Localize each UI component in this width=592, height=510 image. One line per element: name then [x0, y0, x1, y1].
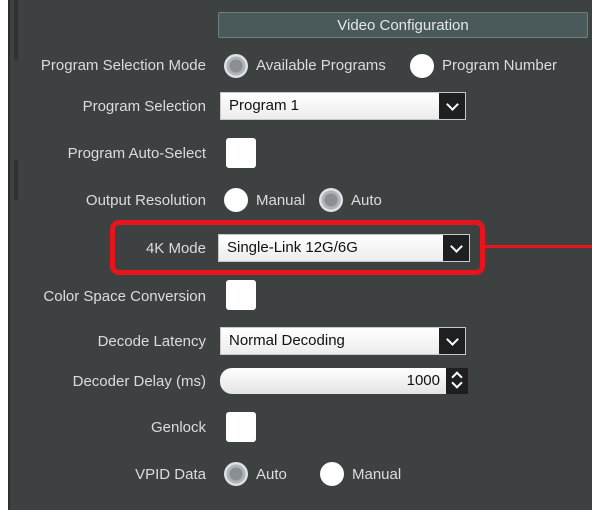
section-header: Video Configuration: [218, 12, 588, 38]
program-selection-value: Program 1: [229, 97, 300, 114]
radio-label-vpid-auto: Auto: [256, 466, 287, 483]
chevron-down-icon: [446, 98, 459, 111]
color-space-conversion-checkbox[interactable]: [226, 280, 256, 310]
decode-latency-dropdown-button[interactable]: [439, 328, 465, 354]
decoder-delay-label: Decoder Delay (ms): [72, 373, 206, 390]
program-selection-mode-label: Program Selection Mode: [40, 57, 206, 74]
radio-label-output-manual: Manual: [256, 192, 306, 209]
program-selection-label: Program Selection: [82, 98, 206, 115]
decode-latency-dropdown[interactable]: Normal Decoding: [220, 327, 466, 355]
vpid-data-label: VPID Data: [135, 466, 206, 483]
panel-edge-notch: [14, 0, 18, 60]
color-space-conversion-label: Color Space Conversion: [43, 288, 206, 305]
decode-latency-value: Normal Decoding: [229, 332, 345, 349]
callout-line: [485, 245, 592, 248]
program-selection-dropdown[interactable]: Program 1: [220, 92, 466, 120]
chevron-down-icon: [446, 333, 459, 346]
radio-available-programs[interactable]: [224, 54, 248, 78]
radio-label-program-number: Program Number: [442, 57, 558, 74]
radio-vpid-auto[interactable]: [224, 462, 248, 486]
program-selection-dropdown-button[interactable]: [439, 93, 465, 119]
program-auto-select-checkbox[interactable]: [226, 138, 256, 168]
decoder-delay-value: 1000: [406, 372, 440, 389]
genlock-checkbox[interactable]: [226, 412, 256, 442]
radio-label-vpid-manual: Manual: [352, 466, 402, 483]
decoder-delay-input[interactable]: 1000: [220, 368, 446, 394]
radio-label-output-auto: Auto: [351, 192, 382, 209]
genlock-label: Genlock: [150, 419, 206, 436]
decode-latency-label: Decode Latency: [97, 333, 206, 350]
radio-vpid-manual[interactable]: [320, 462, 344, 486]
radio-label-available-programs: Available Programs: [256, 57, 386, 74]
radio-program-number[interactable]: [410, 54, 434, 78]
highlight-annotation: [110, 220, 485, 275]
program-auto-select-label: Program Auto-Select: [67, 145, 206, 162]
decoder-delay-stepper[interactable]: [446, 368, 468, 394]
radio-output-auto[interactable]: [319, 188, 343, 212]
radio-output-manual[interactable]: [224, 188, 248, 212]
output-resolution-label: Output Resolution: [85, 192, 206, 209]
